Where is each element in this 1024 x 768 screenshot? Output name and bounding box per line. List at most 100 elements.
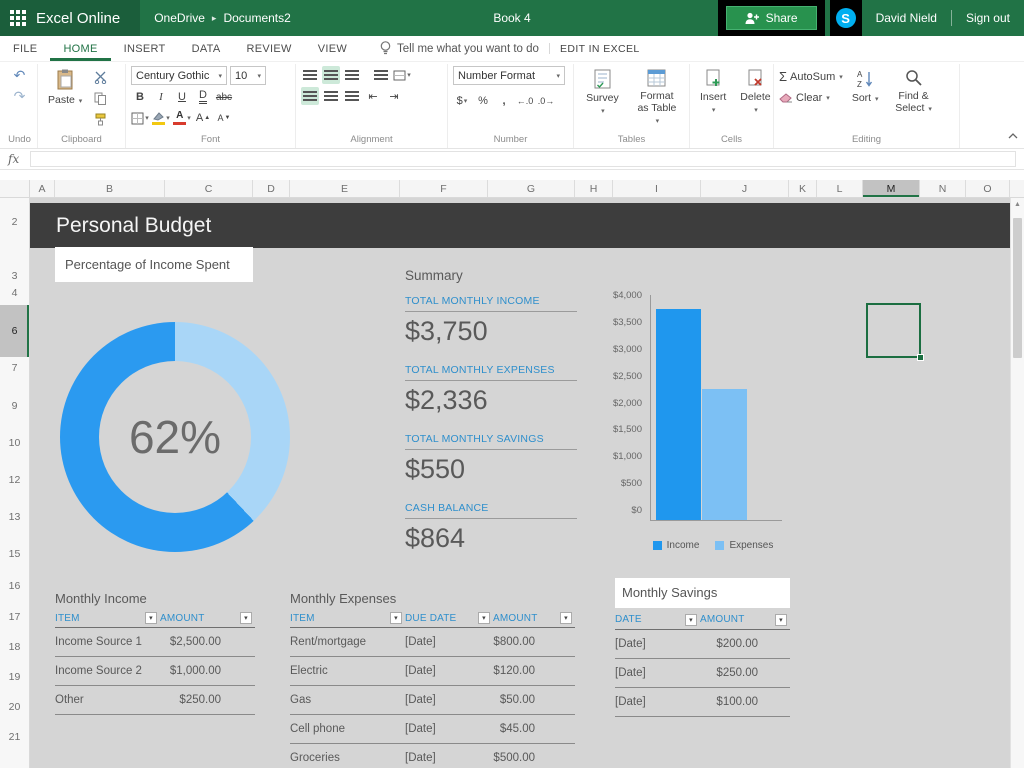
clear-button[interactable]: Clear▾ [779, 92, 843, 104]
align-left-icon[interactable] [301, 87, 319, 105]
increase-decimal-button[interactable]: ←.0 [516, 92, 534, 110]
row-header-13[interactable]: 13 [0, 510, 29, 524]
decrease-indent-icon[interactable]: ⇤ [364, 87, 382, 105]
survey-button[interactable]: Survey ▾ [579, 66, 626, 119]
row-header-19[interactable]: 19 [0, 670, 29, 684]
tab-review[interactable]: REVIEW [234, 36, 305, 61]
borders-button[interactable]: ▾ [131, 109, 149, 127]
skype-button[interactable]: S [830, 0, 862, 36]
filter-button[interactable]: ▾ [240, 612, 252, 624]
table-row[interactable]: [Date]$200.00 [615, 630, 790, 659]
underline-button[interactable]: U [173, 88, 191, 106]
filter-button[interactable]: ▾ [390, 612, 402, 624]
document-title[interactable]: Book 4 [493, 11, 530, 25]
font-size-select[interactable]: 10▾ [230, 66, 266, 85]
format-as-table-button[interactable]: Format as Table ▾ [630, 66, 684, 129]
table-row[interactable]: Other$250.00 [55, 686, 255, 715]
wrap-text-icon[interactable] [372, 66, 390, 84]
increase-indent-icon[interactable]: ⇥ [385, 87, 403, 105]
table-row[interactable]: Electric[Date]$120.00 [290, 657, 575, 686]
format-painter-icon[interactable] [91, 110, 109, 128]
row-header-4[interactable]: 4 [0, 286, 29, 300]
row-header-18[interactable]: 18 [0, 640, 29, 654]
col-header-c[interactable]: C [165, 180, 253, 197]
edit-in-excel-button[interactable]: EDIT IN EXCEL [560, 36, 640, 61]
table-row[interactable]: Rent/mortgage[Date]$800.00 [290, 628, 575, 657]
copy-icon[interactable] [91, 89, 109, 107]
user-name[interactable]: David Nield [862, 0, 951, 36]
selected-cell-m6[interactable] [866, 303, 921, 358]
grow-font-button[interactable]: A▲ [194, 109, 212, 127]
tab-file[interactable]: FILE [0, 36, 50, 61]
col-header-f[interactable]: F [400, 180, 488, 197]
row-header-12[interactable]: 12 [0, 473, 29, 487]
col-header-m-selected[interactable]: M [863, 180, 920, 197]
percent-format-button[interactable]: % [474, 92, 492, 110]
fill-color-button[interactable]: ▾ [152, 109, 170, 127]
row-header-9[interactable]: 9 [0, 399, 29, 413]
row-header-6-selected[interactable]: 6 [0, 305, 29, 357]
row-header-3[interactable]: 3 [0, 269, 29, 283]
col-header-i[interactable]: I [613, 180, 701, 197]
col-header-b[interactable]: B [55, 180, 165, 197]
scrollbar-thumb[interactable] [1013, 218, 1022, 358]
undo-icon[interactable]: ↶ [11, 66, 29, 84]
filter-button[interactable]: ▾ [685, 614, 697, 626]
align-center-icon[interactable] [322, 87, 340, 105]
find-select-button[interactable]: Find & Select ▾ [888, 66, 940, 117]
decrease-decimal-button[interactable]: .0→ [537, 92, 555, 110]
scroll-up-arrow-icon[interactable]: ▲ [1011, 201, 1024, 208]
bold-button[interactable]: B [131, 88, 149, 106]
table-row[interactable]: Groceries[Date]$500.00 [290, 744, 575, 768]
comma-format-button[interactable]: , [495, 92, 513, 110]
col-header-a[interactable]: A [30, 180, 55, 197]
filter-button[interactable]: ▾ [775, 614, 787, 626]
insert-cells-button[interactable]: Insert ▾ [695, 66, 731, 118]
align-right-icon[interactable] [343, 87, 361, 105]
col-header-l[interactable]: L [817, 180, 863, 197]
table-row[interactable]: [Date]$250.00 [615, 659, 790, 688]
col-header-e[interactable]: E [290, 180, 400, 197]
tab-home[interactable]: HOME [50, 36, 110, 61]
merge-center-button[interactable]: ▾ [393, 66, 411, 84]
filter-button[interactable]: ▾ [145, 612, 157, 624]
col-header-h[interactable]: H [575, 180, 613, 197]
font-name-select[interactable]: Century Gothic▾ [131, 66, 227, 85]
paste-button[interactable]: Paste ▾ [43, 66, 87, 109]
table-row[interactable]: Gas[Date]$50.00 [290, 686, 575, 715]
tell-me-box[interactable]: Tell me what you want to do [380, 36, 539, 61]
col-header-o[interactable]: O [966, 180, 1010, 197]
redo-icon[interactable]: ↷ [11, 87, 29, 105]
align-top-icon[interactable] [301, 66, 319, 84]
col-header-k[interactable]: K [789, 180, 817, 197]
share-button[interactable]: Share [726, 6, 817, 30]
table-row[interactable]: Income Source 2$1,000.00 [55, 657, 255, 686]
worksheet[interactable]: Personal Budget Percentage of Income Spe… [30, 198, 1010, 768]
strikethrough-button[interactable]: abc [215, 88, 233, 106]
autosum-button[interactable]: Σ AutoSum▾ [779, 69, 843, 84]
formula-input[interactable] [30, 151, 1016, 167]
row-header-15[interactable]: 15 [0, 547, 29, 561]
app-launcher-icon[interactable] [0, 0, 36, 36]
row-header-2[interactable]: 2 [0, 215, 29, 229]
currency-format-button[interactable]: $▾ [453, 92, 471, 110]
table-row[interactable]: Income Source 1$2,500.00 [55, 628, 255, 657]
breadcrumb-folder[interactable]: Documents2 [223, 11, 290, 25]
tab-view[interactable]: VIEW [305, 36, 360, 61]
double-underline-button[interactable]: D [199, 90, 207, 104]
tab-insert[interactable]: INSERT [111, 36, 179, 61]
col-header-j[interactable]: J [701, 180, 789, 197]
align-middle-icon[interactable] [322, 66, 340, 84]
row-header-20[interactable]: 20 [0, 700, 29, 714]
row-header-10[interactable]: 10 [0, 436, 29, 450]
col-header-n[interactable]: N [920, 180, 966, 197]
fill-handle[interactable] [917, 354, 924, 361]
italic-button[interactable]: I [152, 88, 170, 106]
row-header-21[interactable]: 21 [0, 730, 29, 744]
shrink-font-button[interactable]: A▼ [215, 109, 233, 127]
tab-data[interactable]: DATA [179, 36, 234, 61]
sort-button[interactable]: AZ Sort ▾ [847, 66, 884, 107]
filter-button[interactable]: ▾ [478, 612, 490, 624]
filter-button[interactable]: ▾ [560, 612, 572, 624]
table-row[interactable]: [Date]$100.00 [615, 688, 790, 717]
